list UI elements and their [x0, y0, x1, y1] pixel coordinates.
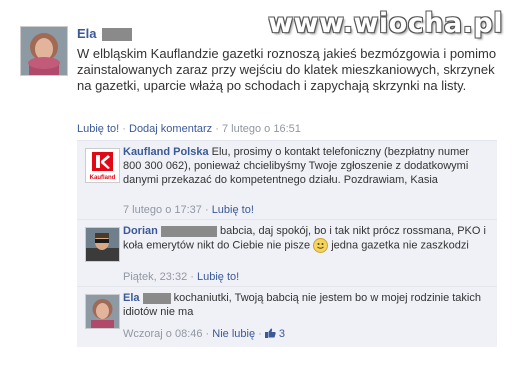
- comment-text: Kaufland Polska Elu, prosimy o kontakt t…: [123, 146, 470, 186]
- avatar[interactable]: [85, 294, 120, 329]
- comment-author[interactable]: Kaufland Polska: [123, 146, 209, 158]
- smiley-icon: [313, 238, 329, 253]
- comment-meta: Wczoraj o 08:46 · Nie lubię · 3: [123, 327, 286, 341]
- redacted-surname: [142, 292, 171, 304]
- comment-time[interactable]: Wczoraj o 08:46: [123, 328, 202, 340]
- post-meta: Lubię to! · Dodaj komentarz · 7 lutego o…: [77, 123, 301, 135]
- avatar[interactable]: [85, 227, 120, 262]
- comment-item: Dorian babcia, daj spokój, bo i tak nikt…: [77, 219, 497, 286]
- comment-text: Dorian babcia, daj spokój, bo i tak nikt…: [123, 225, 486, 253]
- add-comment-link[interactable]: Dodaj komentarz: [129, 123, 212, 135]
- post-author[interactable]: Ela: [77, 26, 97, 41]
- avatar[interactable]: [20, 26, 68, 76]
- unlike-link[interactable]: Nie lubię: [212, 328, 255, 340]
- comment-meta: 7 lutego o 17:37 · Lubię to!: [123, 204, 254, 216]
- post-time[interactable]: 7 lutego o 16:51: [222, 123, 301, 135]
- comment-item: Ela kochaniutki, Twoją babcią nie jestem…: [77, 286, 497, 347]
- thumbs-up-icon[interactable]: 3: [264, 327, 286, 341]
- like-count: 3: [278, 328, 286, 340]
- svg-text:Kaufland: Kaufland: [90, 175, 116, 181]
- comment-item: Kaufland Kaufland Polska Elu, prosimy o …: [77, 140, 497, 219]
- kaufland-logo[interactable]: Kaufland: [85, 148, 120, 183]
- like-link[interactable]: Lubię to!: [77, 123, 119, 135]
- comment-time[interactable]: 7 lutego o 17:37: [123, 204, 202, 216]
- comment-meta: Piątek, 23:32 · Lubię to!: [123, 271, 240, 283]
- like-link[interactable]: Lubię to!: [197, 271, 239, 283]
- post-text: W elbląskim Kauflandzie gazetki roznoszą…: [77, 46, 497, 93]
- comment-time[interactable]: Piątek, 23:32: [123, 271, 187, 283]
- comment-author[interactable]: Dorian: [123, 225, 158, 237]
- redacted-surname: [160, 225, 217, 237]
- post: Ela W elbląskim Kauflandzie gazetki rozn…: [77, 26, 497, 94]
- comment-text: Ela kochaniutki, Twoją babcią nie jestem…: [123, 292, 481, 318]
- redacted-surname: [102, 28, 133, 42]
- comment-author[interactable]: Ela: [123, 292, 140, 304]
- like-link[interactable]: Lubię to!: [212, 204, 254, 216]
